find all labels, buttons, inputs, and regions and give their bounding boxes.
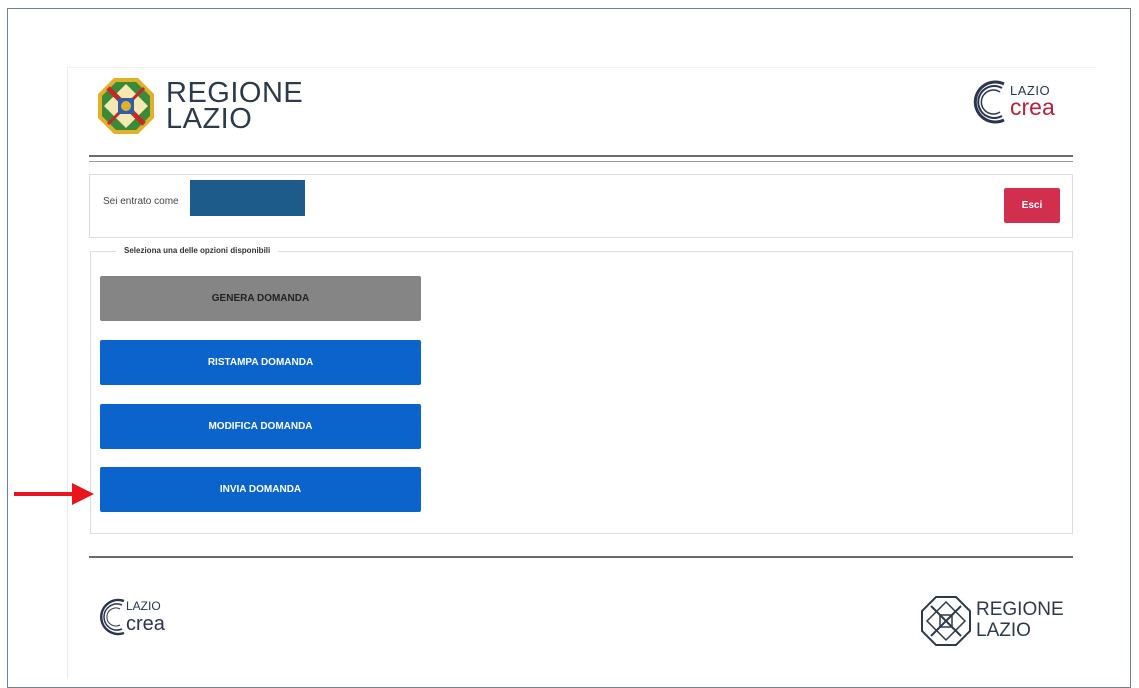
regione-lazio-logo[interactable]: REGIONE LAZIO: [96, 76, 303, 136]
footer-divider: [89, 556, 1073, 558]
options-legend: Seleziona una delle opzioni disponibili: [116, 246, 279, 255]
header-divider-thin: [89, 161, 1073, 162]
laziocrea-c-icon: [973, 80, 1005, 124]
logo-text-line2: LAZIO: [976, 620, 1031, 641]
footer-regione-lazio-logo[interactable]: REGIONE LAZIO: [920, 595, 1064, 647]
logged-in-label: Sei entrato come: [103, 196, 179, 207]
redacted-username: [190, 180, 305, 216]
logo-text-line1: LAZIO: [126, 598, 161, 613]
logo-text-line1: REGIONE: [976, 599, 1064, 621]
laziocrea-c-icon: [100, 598, 125, 636]
genera-domanda-button[interactable]: GENERA DOMANDA: [100, 276, 421, 321]
logo-text-line2: LAZIO: [166, 103, 253, 135]
ristampa-domanda-button[interactable]: RISTAMPA DOMANDA: [100, 340, 421, 385]
logo-text-line2: crea: [1010, 94, 1055, 121]
invia-domanda-button[interactable]: INVIA DOMANDA: [100, 467, 421, 512]
logo-text-line2: crea: [126, 612, 165, 635]
footer-laziocrea-logo[interactable]: LAZIO crea: [98, 597, 165, 637]
regione-lazio-crest-icon: [98, 78, 154, 134]
laziocrea-logo[interactable]: LAZIO crea: [964, 78, 1055, 126]
header-divider: [89, 155, 1073, 157]
modifica-domanda-button[interactable]: MODIFICA DOMANDA: [100, 404, 421, 449]
user-bar: Sei entrato come Esci: [89, 174, 1073, 238]
logout-button[interactable]: Esci: [1004, 188, 1060, 223]
regione-lazio-crest-icon: [921, 596, 971, 646]
arrow-right-icon: [14, 483, 94, 505]
